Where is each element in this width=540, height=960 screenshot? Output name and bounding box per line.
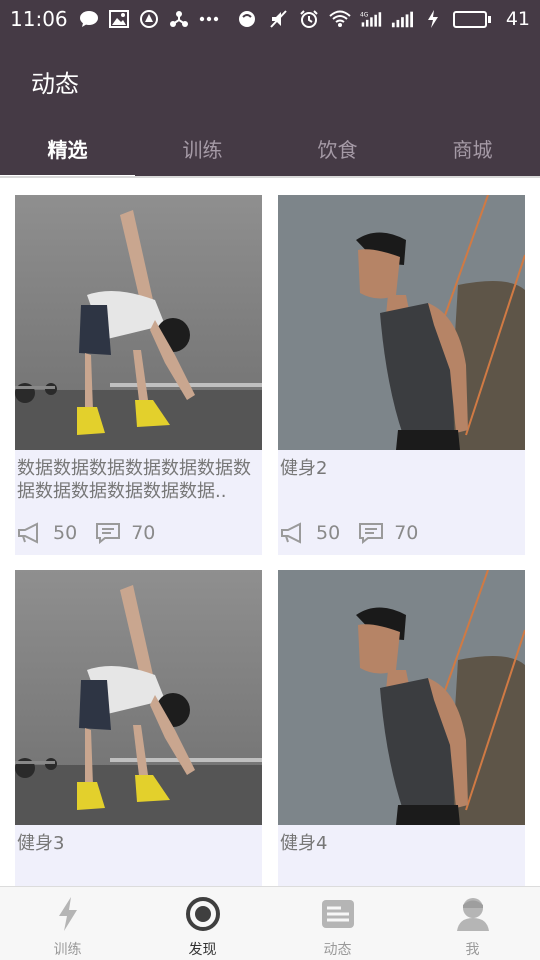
card-caption: 健身2 <box>280 458 328 479</box>
signal-app-icon <box>236 8 258 30</box>
target-icon <box>184 895 222 933</box>
feed-icon <box>319 895 357 933</box>
megaphone-icon[interactable] <box>280 522 306 544</box>
comment-count: 70 <box>394 522 419 544</box>
nav-label: 动态 <box>323 942 352 958</box>
tab-bar: 精选 训练 饮食 商城 <box>0 118 540 179</box>
clock: 11:06 <box>10 7 68 31</box>
nav-discover[interactable]: 发现 <box>135 887 270 960</box>
nav-label: 发现 <box>188 942 217 958</box>
divider <box>0 176 540 178</box>
app-icon <box>138 8 160 30</box>
rope-man-image[interactable] <box>278 570 525 825</box>
notification-icons <box>78 8 220 30</box>
like-count: 50 <box>53 522 78 544</box>
nav-profile[interactable]: 我 <box>405 887 540 960</box>
bottom-nav: 训练 发现 动态 我 <box>0 886 540 960</box>
app-header: 动态 精选 训练 饮食 商城 <box>0 38 540 179</box>
comment-icon[interactable] <box>95 522 121 544</box>
4g-signal-icon: 4G <box>360 8 382 30</box>
comment-icon[interactable] <box>358 522 384 544</box>
mute-icon <box>267 8 289 30</box>
battery-icon <box>452 10 491 28</box>
alarm-icon <box>298 8 320 30</box>
card-stats: 50 70 <box>15 512 262 550</box>
feed-card[interactable]: 数据数据数据数据数据数据数据数据数据数据数据数据.. 50 70 <box>15 195 262 555</box>
share-icon <box>168 8 190 30</box>
signal-icon <box>391 8 413 30</box>
tab-diet[interactable]: 饮食 <box>270 118 405 178</box>
tab-training[interactable]: 训练 <box>135 118 270 178</box>
charging-icon <box>422 8 444 30</box>
feed-card[interactable]: 健身2 50 70 <box>278 195 525 555</box>
feed-grid[interactable]: 数据数据数据数据数据数据数据数据数据数据数据数据.. 50 70 健身2 50 … <box>0 180 540 886</box>
feed-card[interactable]: 健身3 <box>15 570 262 886</box>
card-caption: 数据数据数据数据数据数据数据数据数据数据数据数据.. <box>17 458 251 502</box>
battery-level: 41 <box>505 8 530 30</box>
page-title: 动态 <box>31 70 79 98</box>
like-count: 50 <box>316 522 341 544</box>
tab-mall[interactable]: 商城 <box>405 118 540 178</box>
nav-training[interactable]: 训练 <box>0 887 135 960</box>
chat-icon <box>78 8 100 30</box>
image-icon <box>108 8 130 30</box>
feed-card[interactable]: 健身4 <box>278 570 525 886</box>
card-caption: 健身4 <box>280 833 328 854</box>
card-stats: 50 70 <box>278 512 525 550</box>
comment-count: 70 <box>131 522 156 544</box>
profile-icon <box>454 895 492 933</box>
nav-feed[interactable]: 动态 <box>270 887 405 960</box>
rope-man-image[interactable] <box>278 195 525 450</box>
svg-text:4G: 4G <box>360 12 369 18</box>
stretching-man-image[interactable] <box>15 570 262 825</box>
stretching-man-image[interactable] <box>15 195 262 450</box>
wifi-icon <box>329 8 351 30</box>
system-icons: 4G 41 <box>236 8 530 30</box>
nav-label: 训练 <box>53 942 82 958</box>
megaphone-icon[interactable] <box>17 522 43 544</box>
lightning-icon <box>49 895 87 933</box>
nav-label: 我 <box>465 942 480 958</box>
tab-featured[interactable]: 精选 <box>0 118 135 179</box>
card-caption: 健身3 <box>17 833 65 854</box>
status-bar: 11:06 4G 41 <box>0 0 540 38</box>
more-icon <box>198 8 220 30</box>
